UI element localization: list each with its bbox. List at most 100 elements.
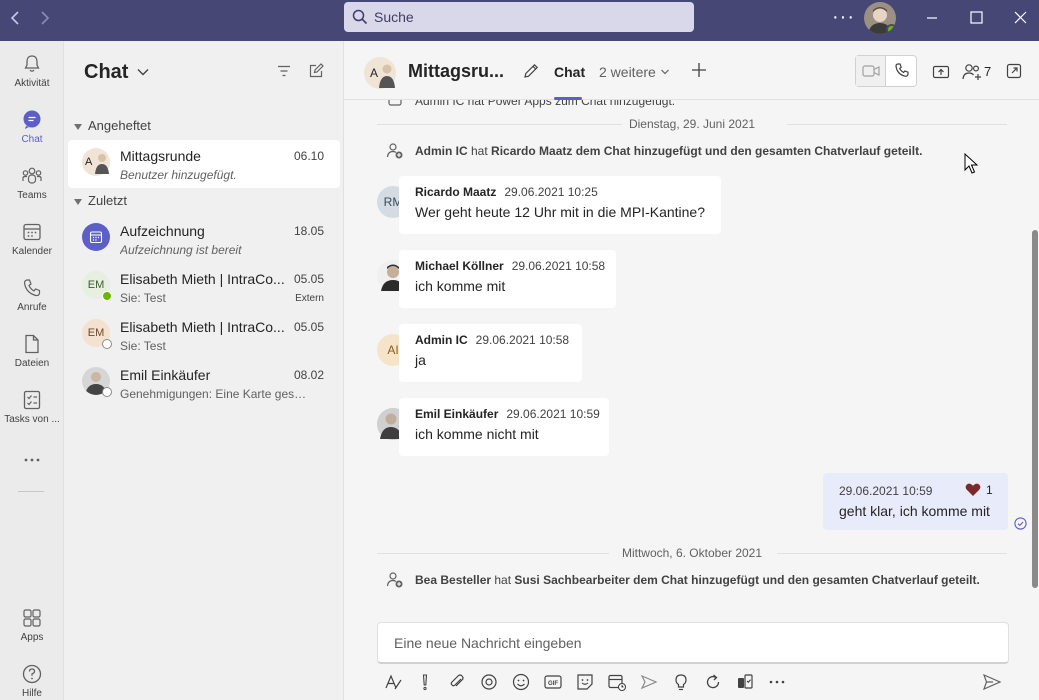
more-options-icon[interactable]: ···	[832, 6, 855, 29]
search-box[interactable]: Suche	[344, 2, 694, 32]
send-icon[interactable]	[982, 672, 1002, 692]
chat-preview: Sie: Test	[120, 339, 166, 353]
rail-item-chat[interactable]: Chat	[0, 109, 64, 161]
edit-pencil-icon[interactable]	[522, 62, 540, 80]
caret-down-icon	[74, 123, 82, 130]
chat-item-mittagsrunde[interactable]: A Mittagsrunde Benutzer hinzugefügt. 06.…	[68, 140, 340, 188]
message-list[interactable]: Admin IC hat Power Apps zum Chat hinzuge…	[344, 100, 1039, 610]
message-bubble[interactable]: Admin IC 29.06.2021 10:58 ja	[399, 324, 582, 382]
chat-name: Mittagsrunde	[120, 148, 201, 164]
message-text: ich komme nicht mit	[415, 426, 539, 442]
schedule-meeting-icon[interactable]	[607, 672, 627, 692]
praise-icon[interactable]	[639, 672, 659, 692]
compose-box[interactable]	[377, 622, 1009, 664]
chat-item-elisabeth-1[interactable]: EM Elisabeth Mieth | IntraCo... Sie: Tes…	[68, 263, 340, 311]
participants-count[interactable]: 7	[984, 64, 991, 79]
section-recent[interactable]: Zuletzt	[74, 193, 127, 208]
teams-icon	[22, 167, 42, 184]
presence-available-icon	[886, 24, 896, 34]
format-icon[interactable]	[383, 672, 403, 692]
forward-arrow-icon[interactable]	[32, 8, 56, 28]
rail-item-apps[interactable]: Apps	[0, 607, 64, 659]
chat-name: Aufzeichnung	[120, 223, 205, 239]
loop-icon[interactable]	[479, 672, 499, 692]
message-input[interactable]	[378, 623, 1008, 662]
rail-item-activity[interactable]: Aktivität	[0, 53, 64, 105]
attach-icon[interactable]	[447, 672, 467, 692]
minimize-icon[interactable]	[920, 8, 944, 28]
file-icon	[25, 334, 39, 354]
rail-item-calls[interactable]: Anrufe	[0, 277, 64, 329]
rail-item-help[interactable]: Hilfe	[0, 663, 64, 700]
close-icon[interactable]	[1008, 8, 1032, 28]
presence-available-icon	[102, 291, 112, 301]
external-badge: Extern	[295, 293, 324, 304]
app-rail: Aktivität Chat Teams Kalender Anrufe Dat…	[0, 41, 64, 700]
calendar-avatar-icon	[82, 223, 110, 251]
chevron-down-icon[interactable]	[136, 65, 150, 79]
back-arrow-icon[interactable]	[4, 8, 28, 28]
new-chat-icon[interactable]	[308, 63, 324, 79]
chat-preview: Genehmigungen: Eine Karte gese...	[120, 387, 310, 401]
pop-out-icon[interactable]	[1006, 63, 1022, 79]
chevron-down-icon[interactable]	[660, 67, 670, 77]
add-tab-icon[interactable]	[690, 61, 708, 79]
rail-label: Chat	[21, 134, 43, 145]
chat-time: 08.02	[293, 368, 324, 382]
own-message-bubble[interactable]: 29.06.2021 10:59 1 geht klar, ich komme …	[823, 473, 1008, 530]
message-bubble[interactable]: Emil Einkäufer 29.06.2021 10:59 ich komme…	[399, 398, 609, 456]
read-receipt-icon	[1014, 517, 1027, 530]
group-avatar: A	[364, 57, 396, 89]
user-avatar[interactable]	[864, 2, 896, 34]
bell-icon	[24, 55, 40, 72]
search-placeholder: Suche	[374, 9, 414, 25]
share-screen-icon[interactable]	[932, 63, 950, 81]
emoji-icon[interactable]	[511, 672, 531, 692]
rail-item-files[interactable]: Dateien	[0, 333, 64, 385]
help-icon	[22, 664, 42, 684]
maximize-icon[interactable]	[964, 8, 988, 28]
chat-time: 05.05	[293, 320, 324, 334]
chat-preview: Benutzer hinzugefügt.	[120, 168, 237, 182]
chat-header: A Mittagsru... Chat 2 weitere 7	[344, 41, 1039, 100]
participants-icon[interactable]	[962, 63, 982, 81]
call-button-group	[855, 55, 917, 87]
tab-chat[interactable]: Chat	[554, 64, 585, 80]
sticker-icon[interactable]	[575, 672, 595, 692]
mouse-cursor-icon	[964, 153, 978, 175]
chat-item-emil[interactable]: Emil Einkäufer Genehmigungen: Eine Karte…	[68, 359, 340, 407]
message-time: 29.06.2021 10:25	[504, 185, 598, 199]
message-sender: Emil Einkäufer	[415, 407, 499, 421]
important-icon[interactable]	[415, 672, 435, 692]
ideas-bulb-icon[interactable]	[671, 672, 691, 692]
rail-item-calendar[interactable]: Kalender	[0, 221, 64, 273]
rail-item-tasks[interactable]: Tasks von ...	[0, 389, 64, 441]
chat-list-pane: Chat Angeheftet A Mittagsrunde Benutzer …	[64, 41, 344, 700]
rail-label: Aktivität	[14, 78, 50, 89]
chat-bubble-icon	[23, 110, 41, 129]
system-message: Admin IC hat Ricardo Maatz dem Chat hinz…	[415, 144, 923, 158]
video-call-icon[interactable]	[856, 56, 886, 86]
audio-call-icon[interactable]	[887, 56, 917, 86]
scrollbar[interactable]	[1032, 230, 1038, 588]
more-apps-icon[interactable]	[0, 449, 64, 473]
chat-list-title[interactable]: Chat	[84, 61, 128, 84]
presence-offline-icon	[102, 339, 112, 349]
heart-reaction-icon[interactable]	[965, 483, 981, 497]
refresh-icon[interactable]	[703, 672, 723, 692]
message-bubble[interactable]: Ricardo Maatz 29.06.2021 10:25 Wer geht h…	[399, 176, 721, 234]
caret-down-icon	[74, 198, 82, 205]
approvals-icon[interactable]	[735, 672, 755, 692]
rail-divider	[18, 491, 44, 492]
rail-item-teams[interactable]: Teams	[0, 165, 64, 217]
chat-item-aufzeichnung[interactable]: Aufzeichnung Aufzeichnung ist bereit 18.…	[68, 215, 340, 263]
message-bubble[interactable]: Michael Köllner 29.06.2021 10:58 ich komm…	[399, 250, 616, 308]
gif-icon[interactable]: GIF	[543, 672, 563, 692]
message-sender: Ricardo Maatz	[415, 185, 497, 199]
chat-time: 18.05	[293, 224, 324, 238]
chat-item-elisabeth-2[interactable]: EM Elisabeth Mieth | IntraCo... Sie: Tes…	[68, 311, 340, 359]
filter-icon[interactable]	[276, 63, 292, 79]
tab-more[interactable]: 2 weitere	[599, 64, 656, 80]
more-tools-icon[interactable]	[767, 672, 787, 692]
section-pinned[interactable]: Angeheftet	[74, 118, 151, 133]
